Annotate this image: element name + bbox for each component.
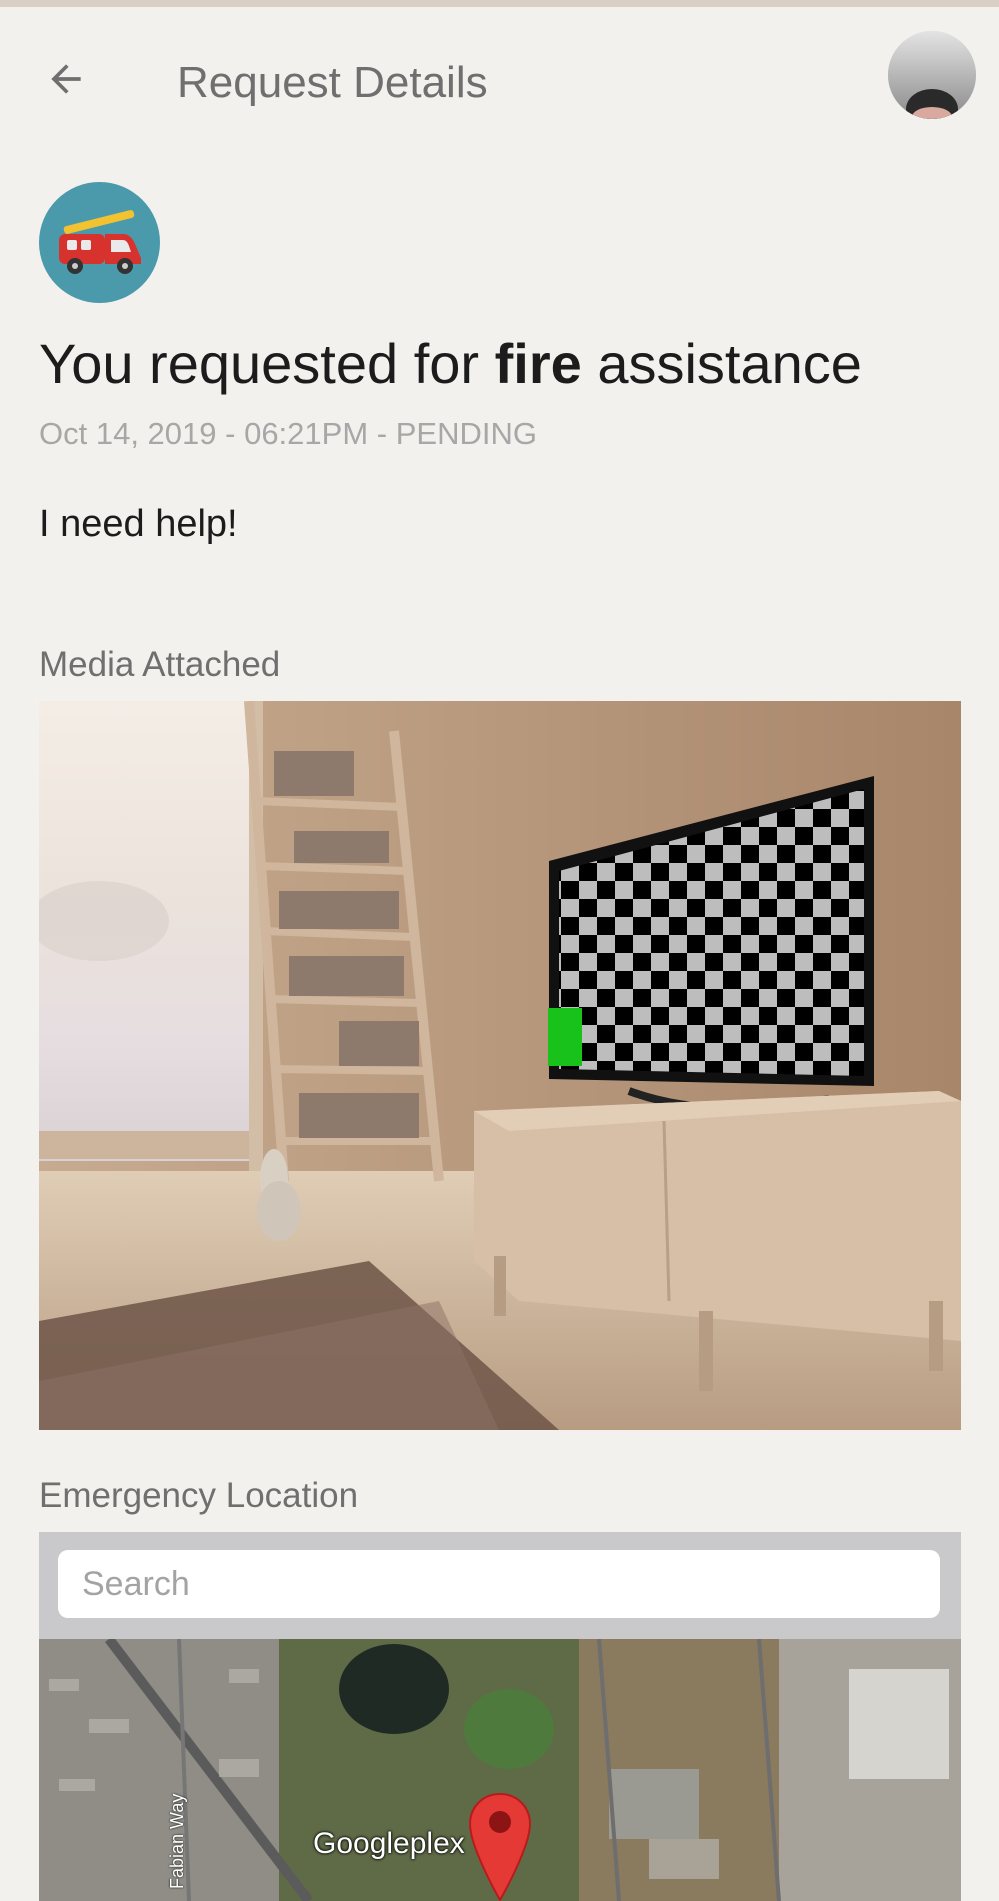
media-section-label: Media Attached: [39, 645, 281, 684]
fire-truck-icon: [39, 182, 160, 303]
meta-separator: -: [368, 416, 396, 451]
headline-prefix: You requested for: [39, 332, 495, 395]
location-section-label: Emergency Location: [39, 1476, 359, 1515]
map-search-input[interactable]: [58, 1550, 940, 1618]
arrow-back-icon: [51, 64, 81, 94]
map-pin-icon[interactable]: [468, 1792, 532, 1901]
request-type: fire: [494, 332, 582, 395]
street-label: Fabian Way: [167, 1793, 187, 1889]
request-meta: Oct 14, 2019 - 06:21PM - PENDING: [39, 414, 537, 454]
back-button[interactable]: [38, 51, 94, 107]
page-title: Request Details: [177, 58, 488, 107]
attached-media-image[interactable]: [39, 701, 961, 1430]
place-label: Googleplex: [313, 1827, 465, 1860]
status-badge: PENDING: [395, 416, 537, 451]
satellite-map[interactable]: Fabian Way Googleplex: [39, 1639, 961, 1901]
location-map-panel: Fabian Way Googleplex: [39, 1532, 961, 1901]
top-accent-strip: [0, 0, 999, 7]
user-avatar[interactable]: [888, 31, 976, 119]
request-time: 06:21PM: [244, 416, 369, 451]
request-message: I need help!: [39, 503, 238, 545]
meta-separator: -: [216, 416, 245, 451]
request-headline: You requested for fire assistance: [39, 330, 862, 398]
app-header: Request Details: [0, 7, 999, 147]
headline-suffix: assistance: [581, 332, 862, 395]
request-date: Oct 14, 2019: [39, 416, 217, 451]
